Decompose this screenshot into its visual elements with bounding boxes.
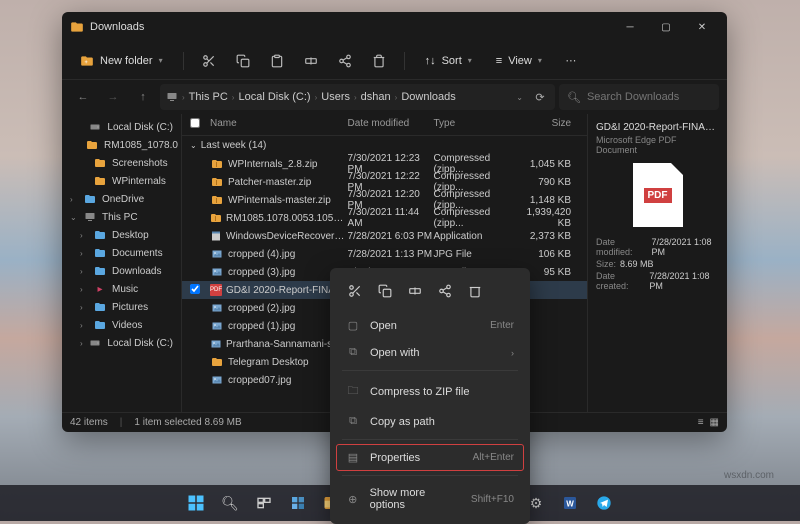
sidebar-item[interactable]: ›▸Music xyxy=(62,280,181,298)
crumb[interactable]: Users xyxy=(321,91,350,103)
ctx-copy-as-path[interactable]: ⧉Copy as path xyxy=(336,408,524,435)
rename-button[interactable] xyxy=(298,48,324,74)
sidebar-item[interactable]: ›Videos xyxy=(62,316,181,334)
back-button[interactable]: ← xyxy=(70,84,96,110)
ctx-share-button[interactable] xyxy=(432,278,458,304)
crumb[interactable]: Local Disk (C:) xyxy=(238,91,310,103)
search-taskbar-icon[interactable]: 🔍︎ xyxy=(216,489,244,517)
sidebar-item[interactable]: WPinternals xyxy=(62,172,181,190)
new-folder-button[interactable]: New folder ▾ xyxy=(72,50,171,72)
folder-icon xyxy=(70,20,84,34)
file-row[interactable]: RM1085.1078.0053.10586.13169.12742...7/3… xyxy=(182,209,587,227)
pdf-thumbnail: PDF xyxy=(633,163,683,227)
ctx-copy-button[interactable] xyxy=(372,278,398,304)
watermark: wsxdn.com xyxy=(724,470,774,481)
view-button[interactable]: ≡ View ▾ xyxy=(488,51,550,71)
share-button[interactable] xyxy=(332,48,358,74)
task-view-icon[interactable] xyxy=(250,489,278,517)
sidebar-item[interactable]: ›Documents xyxy=(62,244,181,262)
select-all-checkbox[interactable] xyxy=(190,118,200,128)
paste-button[interactable] xyxy=(264,48,290,74)
preview-subtitle: Microsoft Edge PDF Document xyxy=(596,135,719,155)
svg-text:W: W xyxy=(566,499,574,508)
up-button[interactable]: ↑ xyxy=(130,84,156,110)
ctx-open[interactable]: ▢OpenEnter xyxy=(336,312,524,339)
crumb[interactable]: dshan xyxy=(361,91,391,103)
forward-button[interactable]: → xyxy=(100,84,126,110)
sort-button[interactable]: ↑↓ Sort ▾ xyxy=(417,51,480,71)
delete-button[interactable] xyxy=(366,48,392,74)
new-folder-icon xyxy=(80,54,94,68)
sidebar-item[interactable]: ›Pictures xyxy=(62,298,181,316)
ctx-compress-to-zip-file[interactable]: 🗀Compress to ZIP file xyxy=(336,375,524,408)
nav-row: ← → ↑ › This PC› Local Disk (C:)› Users›… xyxy=(62,80,727,114)
sidebar-item[interactable]: ›Local Disk (C:) xyxy=(62,334,181,352)
col-type[interactable]: Type xyxy=(433,118,519,131)
preview-pane: GD&I 2020-Report-FINAL-202... Microsoft … xyxy=(587,114,727,412)
preview-title: GD&I 2020-Report-FINAL-202... xyxy=(596,122,719,133)
status-items: 42 items xyxy=(70,417,108,428)
status-selected: 1 item selected 8.69 MB xyxy=(134,417,241,428)
close-button[interactable]: ✕ xyxy=(685,15,719,39)
ctx-show-more-options[interactable]: ⊕Show more optionsShift+F10 xyxy=(336,480,524,518)
search-input[interactable] xyxy=(587,91,711,103)
view-details-icon[interactable]: ≡ xyxy=(698,417,704,428)
sidebar-item[interactable]: ›OneDrive xyxy=(62,190,181,208)
ctx-rename-button[interactable] xyxy=(402,278,428,304)
file-row[interactable]: WindowsDeviceRecoveryToolInstaller (...7… xyxy=(182,227,587,245)
ctx-cut-button[interactable] xyxy=(342,278,368,304)
column-headers[interactable]: Name Date modified Type Size xyxy=(182,114,587,136)
sidebar-item[interactable]: RM1085_1078.0 xyxy=(62,136,181,154)
window-title: Downloads xyxy=(90,21,613,33)
sidebar-item[interactable]: Local Disk (C:) xyxy=(62,118,181,136)
crumb[interactable]: This PC xyxy=(189,91,228,103)
file-row[interactable]: cropped (4).jpg7/28/2021 1:13 PMJPG File… xyxy=(182,245,587,263)
refresh-button[interactable]: ⟳ xyxy=(531,91,549,104)
sort-icon: ↑↓ xyxy=(425,55,436,67)
toolbar: New folder ▾ ↑↓ Sort ▾ ≡ View ▾ ⋯ xyxy=(62,42,727,80)
titlebar[interactable]: Downloads ─ ▢ ✕ xyxy=(62,12,727,42)
maximize-button[interactable]: ▢ xyxy=(649,15,683,39)
search-box[interactable]: 🔍︎ xyxy=(559,84,719,110)
col-date[interactable]: Date modified xyxy=(348,118,434,131)
crumb[interactable]: Downloads xyxy=(401,91,455,103)
breadcrumb[interactable]: › This PC› Local Disk (C:)› Users› dshan… xyxy=(160,84,555,110)
search-icon: 🔍︎ xyxy=(567,91,581,104)
minimize-button[interactable]: ─ xyxy=(613,15,647,39)
widgets-icon[interactable] xyxy=(284,489,312,517)
col-name[interactable]: Name xyxy=(210,118,348,131)
view-icon: ≡ xyxy=(496,55,502,67)
ctx-open-with[interactable]: ⧉Open with› xyxy=(336,339,524,366)
sidebar-item[interactable]: ›Downloads xyxy=(62,262,181,280)
word-icon[interactable]: W xyxy=(556,489,584,517)
sidebar-item[interactable]: ›Desktop xyxy=(62,226,181,244)
copy-button[interactable] xyxy=(230,48,256,74)
col-size[interactable]: Size xyxy=(519,118,579,131)
view-thumbnails-icon[interactable]: ▦ xyxy=(710,417,719,428)
ctx-delete-button[interactable] xyxy=(462,278,488,304)
sidebar[interactable]: Local Disk (C:)RM1085_1078.0ScreenshotsW… xyxy=(62,114,182,412)
pc-icon xyxy=(166,91,178,103)
sidebar-item[interactable]: Screenshots xyxy=(62,154,181,172)
more-button[interactable]: ⋯ xyxy=(558,48,584,74)
start-button[interactable] xyxy=(182,489,210,517)
cut-button[interactable] xyxy=(196,48,222,74)
context-menu: ▢OpenEnter⧉Open with› 🗀Compress to ZIP fi… xyxy=(330,268,530,524)
sidebar-item[interactable]: ⌄This PC xyxy=(62,208,181,226)
ctx-properties[interactable]: ▤PropertiesAlt+Enter xyxy=(336,444,524,471)
telegram-icon[interactable] xyxy=(590,489,618,517)
